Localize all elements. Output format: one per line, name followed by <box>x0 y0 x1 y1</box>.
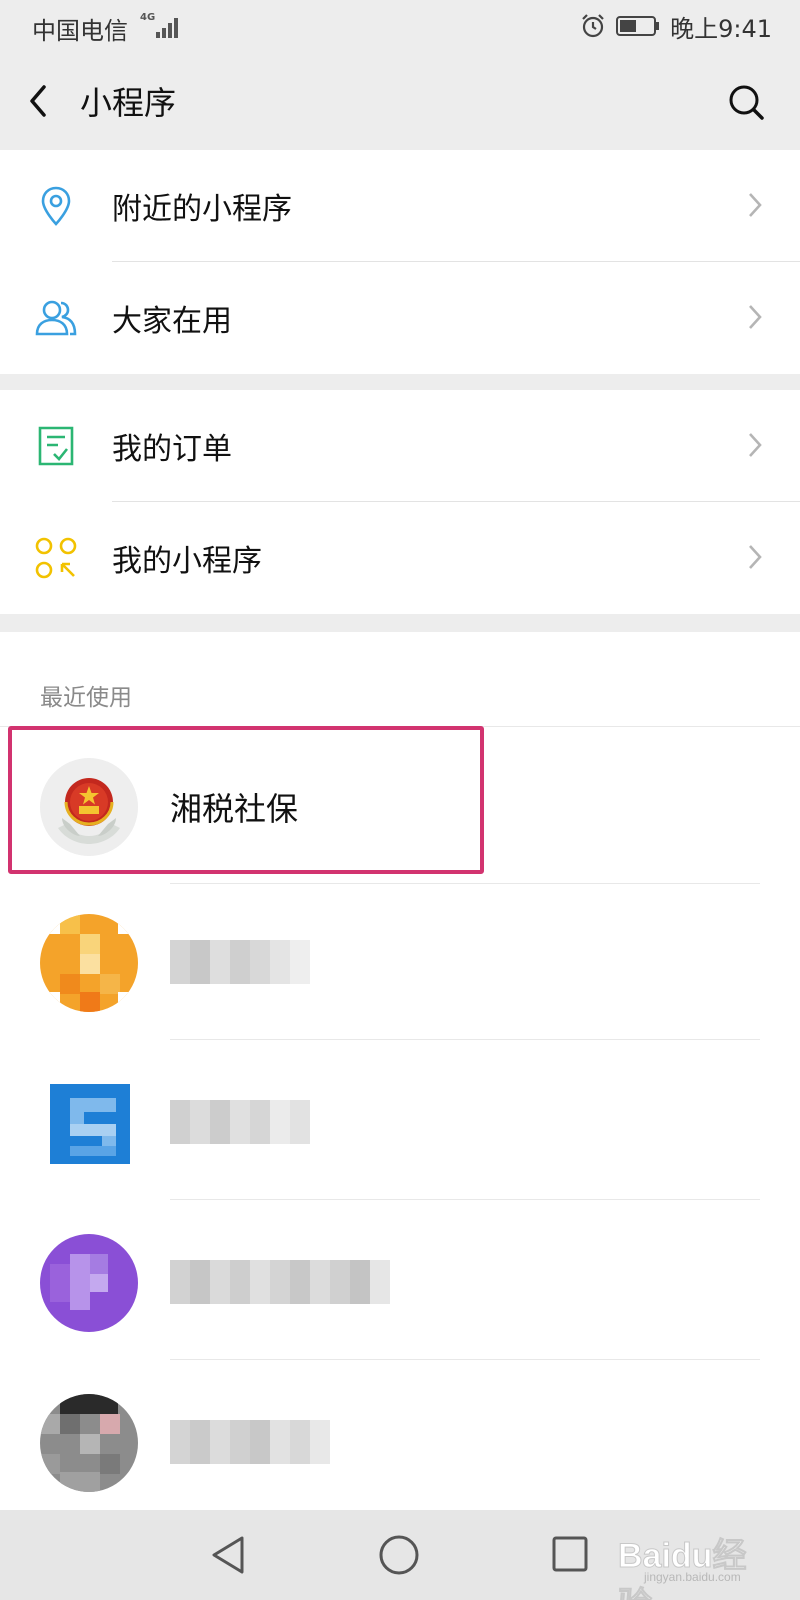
menu-item-label: 我的小程序 <box>112 544 262 579</box>
menu-item-label: 附近的小程序 <box>112 192 292 227</box>
recent-app-blurred-3[interactable] <box>0 1204 800 1360</box>
clock-time: 晚上9:41 <box>670 14 772 43</box>
status-bar: 中国电信 4G 晚上9:41 <box>0 0 800 52</box>
nav-home-icon[interactable] <box>376 1532 422 1578</box>
nav-back-icon[interactable] <box>208 1534 252 1576</box>
row-divider <box>170 1359 760 1360</box>
menu-item-my-orders[interactable]: 我的订单 <box>0 390 800 502</box>
menu-item-popular[interactable]: 大家在用 <box>0 262 800 374</box>
chevron-right-icon <box>749 193 762 217</box>
blurred-purple-icon <box>40 1234 138 1332</box>
blurred-orange-icon <box>40 914 138 1012</box>
chevron-right-icon <box>749 545 762 569</box>
chevron-right-icon <box>749 433 762 457</box>
battery-icon <box>616 16 660 36</box>
alarm-icon <box>582 14 604 38</box>
section-title: 最近使用 <box>40 685 132 711</box>
chevron-right-icon <box>749 305 762 329</box>
blurred-dark-icon <box>40 1394 138 1492</box>
row-divider <box>170 1199 760 1200</box>
nav-recents-icon[interactable] <box>550 1534 590 1574</box>
menu-item-nearby[interactable]: 附近的小程序 <box>0 150 800 262</box>
signal-icon: 4G <box>140 12 184 40</box>
blurred-app-name <box>170 1100 310 1144</box>
recent-section: 最近使用 湘税社保 <box>0 632 800 1510</box>
blurred-blue-icon <box>40 1074 138 1172</box>
row-divider <box>170 1039 760 1040</box>
menu-item-label: 我的订单 <box>112 432 232 467</box>
recent-app-blurred-4[interactable] <box>0 1364 800 1520</box>
highlight-frame <box>8 726 484 874</box>
carrier-name: 中国电信 <box>32 17 128 45</box>
watermark-brand: Baidu经验 <box>618 1537 747 1600</box>
back-icon[interactable] <box>24 79 54 123</box>
nav-bar: 小程序 <box>0 52 800 150</box>
watermark-site: jingyan.baidu.com <box>644 1570 741 1584</box>
page-title: 小程序 <box>80 84 177 122</box>
mine-group: 我的订单 我的小程序 <box>0 390 800 614</box>
recent-app-blurred-1[interactable] <box>0 884 800 1040</box>
system-nav-bar: Baidu经验 jingyan.baidu.com <box>0 1510 800 1600</box>
menu-item-label: 大家在用 <box>112 304 232 339</box>
blurred-app-name <box>170 940 310 984</box>
status-right: 晚上9:41 <box>580 10 772 43</box>
discover-group: 附近的小程序 大家在用 <box>0 150 800 374</box>
search-icon[interactable] <box>726 82 766 122</box>
recent-app-blurred-2[interactable] <box>0 1044 800 1200</box>
menu-item-my-mini-programs[interactable]: 我的小程序 <box>0 502 800 614</box>
location-pin-icon <box>41 186 71 226</box>
mini-programs-icon <box>35 537 77 579</box>
blurred-app-name <box>170 1420 330 1464</box>
watermark: Baidu经验 jingyan.baidu.com <box>618 1526 778 1600</box>
blurred-app-name <box>170 1260 390 1304</box>
order-list-icon <box>38 426 74 466</box>
people-icon <box>35 300 77 336</box>
